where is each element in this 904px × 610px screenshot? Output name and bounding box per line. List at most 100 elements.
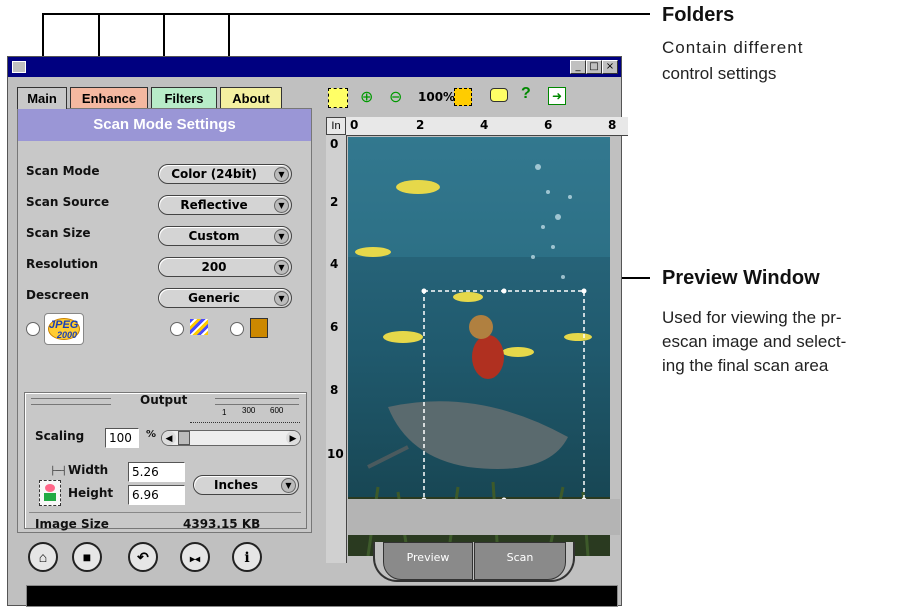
preview-callout-line3: ing the final scan area xyxy=(662,356,829,375)
output-divider-right xyxy=(215,398,299,405)
tab-main[interactable]: Main xyxy=(17,87,67,109)
folders-callout-line1: Contain different xyxy=(662,38,804,57)
info-icon: i xyxy=(244,550,250,566)
aspect-lock-icon[interactable] xyxy=(39,480,61,506)
scaling-input[interactable]: 100 xyxy=(105,428,139,448)
left-ruler-tick: 0 xyxy=(330,137,339,151)
minimize-button[interactable]: _ xyxy=(570,60,586,74)
slider-left-arrow[interactable]: ◀ xyxy=(162,431,176,445)
calibrate-button[interactable]: ▸◂ xyxy=(180,542,210,572)
scan-mode-value: Color (24bit) xyxy=(171,167,257,181)
scan-source-label: Scan Source xyxy=(26,195,110,209)
select-area-icon[interactable] xyxy=(328,88,348,108)
exit-icon[interactable]: ➜ xyxy=(548,87,566,105)
chevron-down-icon: ▼ xyxy=(274,291,289,306)
floppy-icon: ■ xyxy=(82,549,92,565)
open-folder-button[interactable]: ⌂ xyxy=(28,542,58,572)
width-input[interactable]: 5.26 xyxy=(128,462,185,482)
chevron-down-icon: ▼ xyxy=(274,229,289,244)
output-divider-left xyxy=(31,398,111,405)
top-ruler-tick: 6 xyxy=(544,118,553,132)
resolution-value: 200 xyxy=(201,260,227,274)
film-icon xyxy=(250,318,268,338)
top-ruler: 0 2 4 6 8 xyxy=(346,117,628,136)
preview-button[interactable]: Preview xyxy=(383,542,473,580)
folder-icon: ⌂ xyxy=(38,549,48,565)
scan-mode-header: Scan Mode Settings xyxy=(18,109,311,141)
save-button[interactable]: ■ xyxy=(72,542,102,572)
scale-tick-300: 300 xyxy=(242,406,256,415)
height-label: Height xyxy=(68,486,114,500)
scan-mode-dropdown[interactable]: Color (24bit) ▼ xyxy=(158,164,292,184)
callout-line-horizontal xyxy=(42,13,650,15)
underwater-preview-image xyxy=(348,137,610,556)
folders-callout-title: Folders xyxy=(662,4,735,26)
image-size-label: Image Size xyxy=(35,517,109,531)
ruler-unit-label: In xyxy=(326,117,346,135)
info-button[interactable]: i xyxy=(232,542,262,572)
jpeg2000-icon[interactable]: JPEG 2000 xyxy=(44,313,84,345)
scan-source-dropdown[interactable]: Reflective ▼ xyxy=(158,195,292,215)
jpeg2000-radio[interactable] xyxy=(26,322,40,336)
left-ruler: 0 2 4 6 8 10 xyxy=(326,135,347,563)
chevron-down-icon: ▼ xyxy=(274,198,289,213)
units-dropdown[interactable]: Inches ▼ xyxy=(193,475,299,495)
zoom-in-icon[interactable]: ⊕ xyxy=(360,87,373,107)
status-bar xyxy=(26,585,618,607)
scale-ticks xyxy=(190,418,300,423)
zoom-out-icon[interactable]: ⊖ xyxy=(389,87,402,107)
chevron-down-icon: ▼ xyxy=(281,478,296,493)
calibrate-icon: ▸◂ xyxy=(189,554,201,565)
left-ruler-tick: 4 xyxy=(330,257,339,271)
scan-size-value: Custom xyxy=(188,229,240,243)
speech-bubble-icon[interactable] xyxy=(490,88,508,102)
scale-tick-600: 600 xyxy=(270,406,284,415)
output-separator xyxy=(29,512,301,513)
layers-radio[interactable] xyxy=(170,322,184,336)
system-menu-icon[interactable] xyxy=(12,61,26,73)
scan-size-dropdown[interactable]: Custom ▼ xyxy=(158,226,292,246)
scanner-window: _ □ × Main Enhance Filters About Scan Mo… xyxy=(7,56,628,607)
preview-callout-line2: escan image and select- xyxy=(662,332,847,351)
slider-right-arrow[interactable]: ▶ xyxy=(286,431,300,445)
undo-icon: ↶ xyxy=(137,549,149,565)
fit-window-icon[interactable] xyxy=(454,88,472,106)
chevron-down-icon: ▼ xyxy=(274,167,289,182)
resolution-label: Resolution xyxy=(26,257,99,271)
scan-source-value: Reflective xyxy=(180,198,248,212)
preview-callout-title: Preview Window xyxy=(662,267,820,289)
tab-enhance[interactable]: Enhance xyxy=(70,87,148,109)
top-ruler-tick: 4 xyxy=(480,118,489,132)
scan-button[interactable]: Scan xyxy=(474,542,566,580)
main-settings-panel: Scan Mode Settings Scan Mode Color (24bi… xyxy=(17,108,312,533)
film-radio[interactable] xyxy=(230,322,244,336)
top-ruler-tick: 8 xyxy=(608,118,617,132)
left-ruler-tick: 2 xyxy=(330,195,339,209)
output-group: Output 1 300 600 Scaling 100 % ◀ ▶ ├─┤ W… xyxy=(24,392,307,531)
scaling-label: Scaling xyxy=(35,429,85,443)
reset-button[interactable]: ↶ xyxy=(128,542,158,572)
descreen-dropdown[interactable]: Generic ▼ xyxy=(158,288,292,308)
close-button[interactable]: × xyxy=(602,60,618,74)
chevron-down-icon: ▼ xyxy=(274,260,289,275)
resolution-dropdown[interactable]: 200 ▼ xyxy=(158,257,292,277)
top-ruler-tick: 2 xyxy=(416,118,425,132)
descreen-label: Descreen xyxy=(26,288,90,302)
tab-about[interactable]: About xyxy=(220,87,282,109)
preview-empty-area xyxy=(348,499,620,535)
output-title: Output xyxy=(140,393,188,407)
help-icon[interactable]: ? xyxy=(521,85,531,103)
jpeg-sub-label: 2000 xyxy=(57,330,78,340)
title-bar: _ □ × xyxy=(8,57,621,77)
maximize-button[interactable]: □ xyxy=(586,60,602,74)
folders-callout-line2: control settings xyxy=(662,64,777,83)
preview-window[interactable] xyxy=(348,137,610,556)
tab-filters[interactable]: Filters xyxy=(151,87,217,109)
slider-thumb[interactable] xyxy=(178,431,190,445)
zoom-level-label[interactable]: 100% xyxy=(418,90,455,104)
width-arrow-icon: ├─┤ xyxy=(50,466,68,475)
preview-callout-line1: Used for viewing the pr- xyxy=(662,308,842,327)
descreen-value: Generic xyxy=(188,291,240,305)
height-input[interactable]: 6.96 xyxy=(128,485,185,505)
scaling-slider[interactable]: ◀ ▶ xyxy=(161,430,301,446)
